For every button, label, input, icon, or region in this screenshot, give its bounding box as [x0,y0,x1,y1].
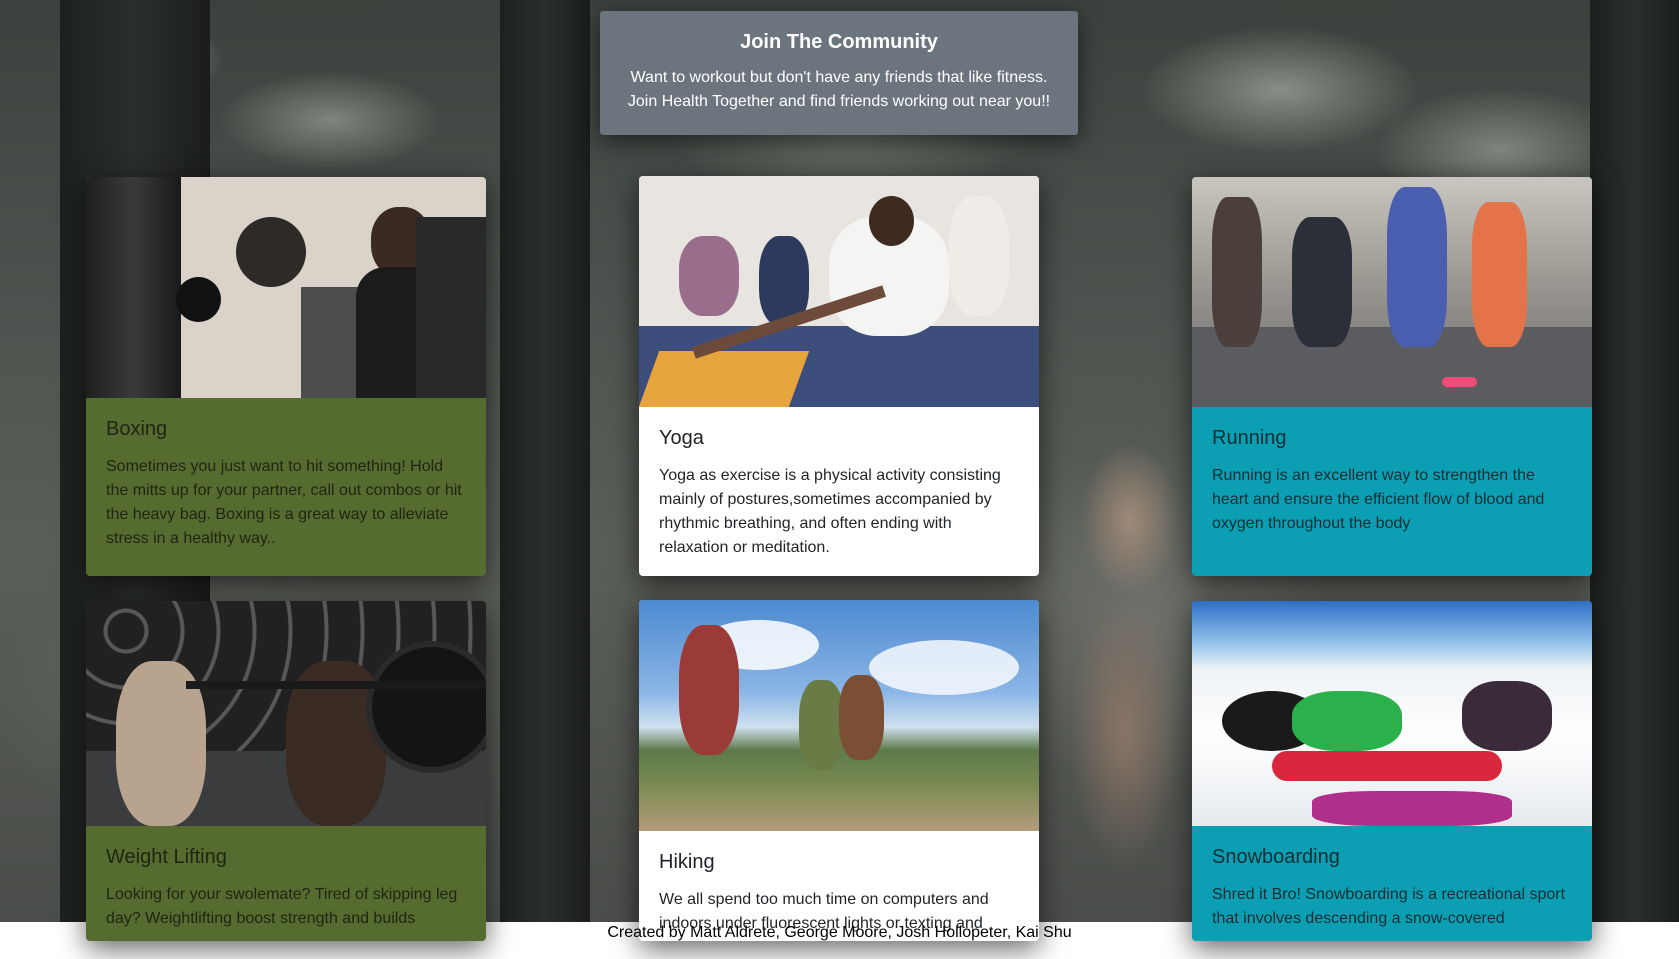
card-text: Yoga as exercise is a physical activity … [659,467,1001,556]
card-title: Running [1212,427,1287,449]
card-text: Sometimes you just want to hit something… [106,458,462,547]
running-image [1192,177,1592,407]
tree-trunk [1590,0,1679,922]
join-community-banner: Join The Community Want to workout but d… [600,11,1078,135]
card-title: Snowboarding [1212,846,1340,868]
banner-line-2: Join Health Together and find friends wo… [627,93,1051,110]
banner-title: Join The Community [740,31,938,53]
card-text: Running is an excellent way to strengthe… [1212,467,1545,532]
footer-credits: Created by Matt Aldrete, George Moore, J… [607,924,1072,941]
card-weight-lifting[interactable]: Weight Lifting Looking for your swolemat… [86,601,486,941]
card-title: Hiking [659,851,715,873]
card-yoga[interactable]: Yoga Yoga as exercise is a physical acti… [639,176,1039,576]
yoga-image [639,176,1039,407]
snowboarding-image [1192,601,1592,826]
tree-trunk [500,0,590,922]
boxing-image [86,177,486,398]
card-hiking[interactable]: Hiking We all spend too much time on com… [639,600,1039,941]
card-boxing[interactable]: Boxing Sometimes you just want to hit so… [86,177,486,576]
hiking-image [639,600,1039,831]
banner-line-1: Want to workout but don't have any frien… [630,69,1048,86]
card-title: Weight Lifting [106,846,227,868]
weight-lifting-image [86,601,486,826]
card-title: Yoga [659,427,704,449]
card-title: Boxing [106,418,168,440]
card-running[interactable]: Running Running is an excellent way to s… [1192,177,1592,576]
card-snowboarding[interactable]: Snowboarding Shred it Bro! Snowboarding … [1192,601,1592,941]
